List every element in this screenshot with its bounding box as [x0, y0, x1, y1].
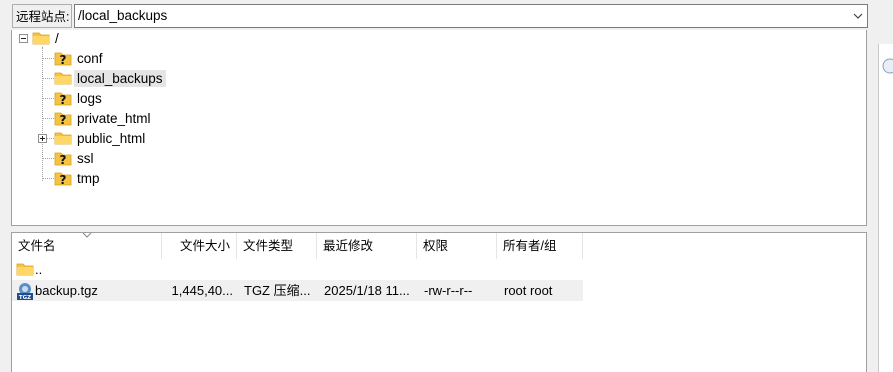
column-header-label: 所有者/组	[503, 239, 557, 253]
svg-text:?: ?	[60, 93, 67, 106]
file-modified: 2025/1/18 11...	[324, 283, 410, 298]
column-header-label: 文件大小	[179, 239, 230, 253]
remote-directory-tree[interactable]: / ? conf local_backups ? logs ? private_…	[11, 30, 867, 226]
tree-item-label: /	[55, 30, 59, 46]
tree-connector	[42, 118, 54, 119]
parent-folder-icon	[16, 263, 34, 276]
question-folder-icon: ?	[54, 172, 72, 186]
svg-text:?: ?	[60, 113, 67, 126]
column-header-label: 文件类型	[243, 239, 294, 253]
tree-item-label: tmp	[77, 170, 100, 186]
column-header-label: 最近修改	[323, 239, 374, 253]
remote-file-list[interactable]: 文件名 文件大小 文件类型 最近修改 权限 所有者/组 .. TGZ backu…	[11, 232, 867, 372]
file-name: ..	[35, 262, 43, 277]
tree-item-ssl[interactable]: ? ssl	[54, 148, 97, 168]
tree-item-private-html[interactable]: ? private_html	[54, 108, 154, 128]
question-folder-icon: ?	[54, 152, 72, 166]
tree-item-tmp[interactable]: ? tmp	[54, 168, 103, 188]
remote-site-bar: 远程站点: /local_backups	[12, 3, 868, 29]
column-header-label: 权限	[423, 239, 449, 253]
folder-icon	[32, 32, 50, 45]
tree-expand-toggle[interactable]	[38, 134, 47, 143]
folder-icon	[54, 132, 72, 145]
tree-item-conf[interactable]: ? conf	[54, 48, 106, 68]
file-type: TGZ 压缩...	[244, 283, 311, 298]
tgz-archive-icon: TGZ	[17, 283, 33, 300]
tree-collapse-toggle[interactable]	[19, 34, 28, 43]
question-folder-icon: ?	[54, 92, 72, 106]
tree-item-label: conf	[77, 50, 103, 66]
column-header-type[interactable]: 文件类型	[237, 233, 317, 259]
tree-connector	[42, 47, 43, 181]
column-header-permissions[interactable]: 权限	[417, 233, 497, 259]
tree-connector	[42, 78, 54, 79]
file-name: backup.tgz	[35, 283, 98, 298]
tree-item-local-backups[interactable]: local_backups	[54, 68, 166, 88]
svg-text:?: ?	[60, 153, 67, 166]
tree-connector	[42, 98, 54, 99]
tree-item-label: ssl	[77, 150, 94, 166]
remote-path-value: /local_backups	[78, 8, 168, 23]
file-size: 1,445,40...	[171, 283, 233, 298]
column-header-name[interactable]: 文件名	[12, 232, 162, 259]
question-folder-icon: ?	[54, 112, 72, 126]
chevron-down-icon[interactable]	[853, 11, 863, 21]
tree-connector	[42, 158, 54, 159]
remote-site-label: 远程站点:	[12, 4, 72, 28]
tree-connector	[42, 58, 54, 59]
tree-connector	[46, 138, 54, 139]
question-folder-icon: ?	[54, 52, 72, 66]
column-header-label: 文件名	[18, 239, 56, 253]
tree-item-root[interactable]: /	[32, 28, 62, 48]
svg-text:TGZ: TGZ	[19, 295, 31, 300]
tree-item-label: public_html	[77, 130, 146, 146]
file-owner: root root	[504, 283, 553, 298]
folder-icon	[54, 72, 72, 85]
partial-toolbar-icon	[882, 58, 893, 74]
tree-item-label: local_backups	[74, 69, 166, 87]
left-edge	[0, 0, 11, 372]
file-list-header: 文件名 文件大小 文件类型 最近修改 权限 所有者/组	[12, 232, 866, 259]
tree-item-label: logs	[77, 90, 102, 106]
tree-connector	[42, 178, 54, 179]
column-header-owner[interactable]: 所有者/组	[497, 233, 583, 259]
remote-path-input[interactable]: /local_backups	[74, 4, 868, 28]
file-row-parent[interactable]: ..	[12, 259, 583, 280]
column-header-modified[interactable]: 最近修改	[317, 233, 417, 259]
svg-text:?: ?	[60, 173, 67, 186]
tree-item-label: private_html	[77, 110, 151, 126]
tree-item-logs[interactable]: ? logs	[54, 88, 105, 108]
file-row[interactable]: TGZ backup.tgz 1,445,40... TGZ 压缩... 202…	[12, 280, 583, 301]
column-header-size[interactable]: 文件大小	[162, 233, 237, 259]
sort-arrow-icon	[82, 232, 92, 238]
tree-item-public-html[interactable]: public_html	[54, 128, 148, 148]
adjacent-panel-edge	[878, 44, 893, 372]
svg-text:?: ?	[60, 53, 67, 66]
file-permissions: -rw-r--r--	[424, 283, 473, 298]
